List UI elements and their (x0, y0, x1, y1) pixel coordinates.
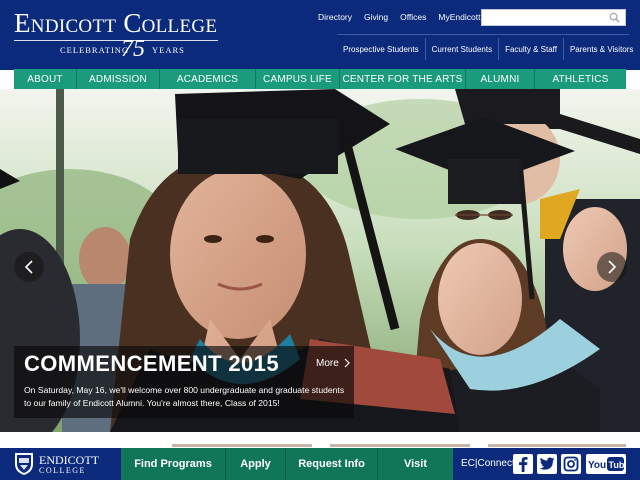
footer-nav: Find Programs Apply Request Info Visit (121, 448, 453, 480)
footer-link-request-info[interactable]: Request Info (286, 448, 378, 480)
logo-rule (14, 40, 218, 41)
hero-carousel: COMMENCEMENT 2015 More On Saturday, May … (0, 89, 640, 432)
main-nav: ABOUT ADMISSION ACADEMICS CAMPUS LIFE CE… (14, 69, 626, 89)
footer-logo-sub: COLLEGE (39, 466, 86, 475)
facebook-icon (519, 457, 528, 472)
nav-item-academics[interactable]: ACADEMICS (160, 69, 256, 89)
nav-item-admission[interactable]: ADMISSION (77, 69, 160, 89)
facebook-link[interactable] (513, 454, 533, 474)
twitter-icon (539, 457, 555, 470)
ecconnect-label: EC|Connect (461, 458, 515, 469)
youtube-icon: You Tube (588, 457, 629, 471)
audience-link-current[interactable]: Current Students (424, 38, 498, 60)
hero-title: COMMENCEMENT 2015 (24, 351, 279, 376)
nav-item-center-for-the-arts[interactable]: CENTER FOR THE ARTS (340, 69, 466, 89)
hero-caption: COMMENCEMENT 2015 More On Saturday, May … (14, 346, 354, 418)
site-header: Endicott College CELEBRATING 75 YEARS Di… (0, 0, 640, 70)
carousel-thumbnail-strip (0, 432, 640, 448)
nav-item-campus-life[interactable]: CAMPUS LIFE (256, 69, 340, 89)
crest-icon (15, 453, 33, 475)
utility-link-offices[interactable]: Offices (394, 12, 432, 26)
search-box (481, 9, 626, 26)
utility-link-myendicott[interactable]: MyEndicott (432, 12, 486, 26)
utility-link-giving[interactable]: Giving (358, 12, 394, 26)
youtube-link[interactable]: You Tube (586, 454, 629, 474)
audience-link-parents[interactable]: Parents & Visitors (562, 38, 639, 60)
endicott-logo[interactable]: Endicott College CELEBRATING 75 YEARS (14, 6, 224, 64)
nav-item-alumni[interactable]: ALUMNI (466, 69, 535, 89)
footer-link-apply[interactable]: Apply (226, 448, 286, 480)
audience-divider (337, 34, 629, 35)
search-input[interactable] (482, 10, 607, 25)
audience-nav: Prospective Students Current Students Fa… (337, 38, 639, 60)
search-icon[interactable] (609, 12, 620, 23)
svg-text:Tube: Tube (609, 460, 627, 470)
audience-link-faculty[interactable]: Faculty & Staff (498, 38, 563, 60)
utility-nav: Directory Giving Offices MyEndicott (312, 12, 486, 26)
twitter-link[interactable] (537, 454, 557, 474)
logo-anniversary-number: 75 (121, 36, 145, 62)
footer-link-find-programs[interactable]: Find Programs (121, 448, 226, 480)
logo-tagline-left: CELEBRATING (60, 45, 130, 55)
carousel-thumbnail[interactable] (488, 444, 626, 447)
instagram-icon (563, 456, 579, 472)
carousel-prev-button[interactable] (14, 252, 44, 282)
chevron-left-icon (24, 260, 33, 274)
instagram-link[interactable] (561, 454, 581, 474)
nav-item-about[interactable]: ABOUT (14, 69, 77, 89)
chevron-right-icon (608, 260, 617, 274)
footer-bar: ENDICOTT COLLEGE Find Programs Apply Req… (0, 448, 640, 480)
carousel-thumbnail[interactable] (330, 444, 470, 447)
svg-text:You: You (588, 460, 606, 471)
audience-link-prospective[interactable]: Prospective Students (337, 38, 425, 60)
hero-more-link[interactable]: More (316, 358, 339, 369)
utility-link-directory[interactable]: Directory (312, 12, 358, 26)
chevron-right-small-icon (344, 358, 350, 368)
footer-logo[interactable]: ENDICOTT COLLEGE (14, 452, 114, 476)
logo-title: Endicott College (14, 8, 218, 38)
logo-tagline-right: YEARS (152, 45, 185, 55)
footer-link-visit[interactable]: Visit (378, 448, 453, 480)
hero-body: On Saturday, May 16, we'll welcome over … (24, 385, 345, 408)
carousel-thumbnail[interactable] (172, 444, 312, 447)
carousel-next-button[interactable] (597, 252, 627, 282)
nav-item-athletics[interactable]: ATHLETICS (535, 69, 626, 89)
